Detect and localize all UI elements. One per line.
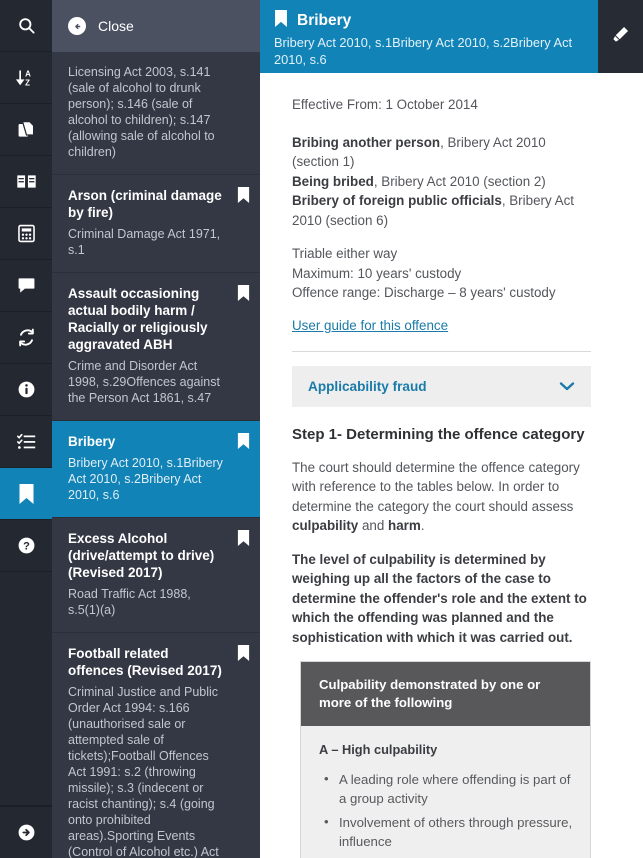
question-circle-icon: ? [17,536,36,555]
refresh-button[interactable] [0,312,52,364]
list-item-subtitle: Bribery Act 2010, s.1Bribery Act 2010, s… [68,456,223,502]
list-item-subtitle: Criminal Damage Act 1971, s.1 [68,227,221,257]
list-item-bribery[interactable]: Bribery Bribery Act 2010, s.1Bribery Act… [52,421,260,518]
page-subtitle: Bribery Act 2010, s.1Bribery Act 2010, s… [274,35,573,67]
bookmarks-button[interactable] [0,468,52,520]
rail-spacer [0,572,52,806]
intro-bold-culpability: culpability [292,518,359,533]
next-button[interactable] [0,806,52,858]
speech-bubble-icon [17,276,36,295]
bookmark-icon [18,483,35,504]
intro-bold-harm: harm [388,518,421,533]
offences-list: Bribing another person , Bribery Act 2010… [292,133,591,231]
document-body[interactable]: Effective From: 1 October 2014 Bribing a… [260,73,643,858]
culpability-table: Culpability demonstrated by one or more … [300,661,591,858]
offence-list-panel: Close Licensing Act 2003, s.141 (sale of… [52,0,260,858]
sentencing-summary: Triable either way Maximum: 10 years' cu… [292,244,591,303]
list-item-title: Arson (criminal damage by fire) [68,188,222,220]
offence-list-scroll[interactable]: Licensing Act 2003, s.141 (sale of alcoh… [52,52,260,858]
bookmark-icon[interactable] [237,530,250,551]
intro-mid: and [358,518,389,533]
culpability-note: The level of culpability is determined b… [292,551,587,645]
info-circle-icon [17,380,36,399]
list-item-title: Bribery [68,434,116,449]
bookmark-icon[interactable] [237,433,250,454]
info-button[interactable] [0,364,52,416]
bookmark-icon[interactable] [237,645,250,666]
search-icon-button[interactable] [0,0,52,52]
culpability-bullets: A leading role where offending is part o… [319,770,574,858]
list-item-title: Assault occasioning actual bodily harm /… [68,286,208,352]
divider [292,350,591,352]
comments-button[interactable] [0,260,52,312]
svg-text:?: ? [23,540,30,552]
app-root: A Z ? Close Licensing Act 2003, s.141 (s… [0,0,643,858]
search-icon [17,16,36,35]
copy-documents-button[interactable] [0,104,52,156]
culpability-section-label: A – High culpability [319,742,438,757]
bookmark-icon[interactable] [237,285,250,306]
close-button[interactable]: Close [52,0,260,52]
intro-end: . [420,518,425,533]
applicability-accordion[interactable]: Applicability fraud [292,365,591,407]
step-title: Step 1- Determining the offence category [292,425,585,443]
icon-rail: A Z ? [0,0,52,858]
checklist-icon [16,432,36,451]
list-item-title: Football related offences (Revised 2017) [68,646,222,678]
arrow-right-circle-icon [17,823,36,842]
effective-from: Effective From: 1 October 2014 [292,97,478,112]
user-guide-link[interactable]: User guide for this offence [292,318,448,333]
help-button[interactable]: ? [0,520,52,572]
maximum-text: Maximum: 10 years' custody [292,265,462,281]
calculator-icon [17,224,36,243]
accordion-label: Applicability fraud [308,378,427,394]
step-intro: The court should determine the offence c… [292,458,591,536]
content-header-main: Bribery Bribery Act 2010, s.1Bribery Act… [260,0,598,73]
content-panel: Bribery Bribery Act 2010, s.1Bribery Act… [260,0,643,858]
list-item-subtitle: Criminal Justice and Public Order Act 19… [68,685,219,858]
offence-2-rest: , Bribery Act 2010 (section 2) [373,173,546,189]
close-label: Close [98,18,134,34]
intro-part1: The court should determine the offence c… [292,459,580,514]
svg-text:A: A [25,69,31,78]
list-item[interactable]: Excess Alcohol (drive/attempt to drive) … [52,518,260,633]
chevron-down-icon [559,381,575,391]
page-title: Bribery [297,12,352,29]
highlighter-pen-icon [611,25,630,49]
highlighter-button[interactable] [598,0,643,73]
sort-alpha-icon: A Z [16,68,36,88]
refresh-sync-icon [17,328,36,347]
offence-3-bold: Bribery of foreign public officials [292,193,502,208]
open-book-icon [16,171,37,192]
content-header: Bribery Bribery Act 2010, s.1Bribery Act… [260,0,643,73]
list-item[interactable]: Arson (criminal damage by fire) Criminal… [52,175,260,273]
list-item-title: Excess Alcohol (drive/attempt to drive) … [68,531,215,580]
copy-documents-icon [17,120,36,139]
bookmark-icon[interactable] [237,187,250,208]
bookmark-icon[interactable] [274,10,288,32]
table-body: A – High culpability A leading role wher… [301,726,590,858]
list-item: A leading role where offending is part o… [324,770,574,808]
open-book-button[interactable] [0,156,52,208]
list-item[interactable]: Football related offences (Revised 2017)… [52,633,260,858]
list-item[interactable]: Licensing Act 2003, s.141 (sale of alcoh… [52,52,260,175]
list-item[interactable]: Assault occasioning actual bodily harm /… [52,273,260,421]
triable-text: Triable either way [292,246,398,261]
calculator-button[interactable] [0,208,52,260]
list-item: Involvement of others through pressure, … [324,813,574,851]
arrow-left-circle-icon [68,17,86,35]
offence-range-text: Offence range: Discharge – 8 years' cust… [292,285,556,300]
sort-alpha-button[interactable]: A Z [0,52,52,104]
list-item-subtitle: Crime and Disorder Act 1998, s.29Offence… [68,359,220,405]
checklist-button[interactable] [0,416,52,468]
list-item-subtitle: Road Traffic Act 1988, s.5(1)(a) [68,587,191,617]
table-header: Culpability demonstrated by one or more … [301,662,590,726]
offence-1-bold: Bribing another person [292,134,441,150]
offence-2-bold: Being bribed [292,173,374,189]
svg-text:Z: Z [25,78,30,87]
list-item-subtitle: Licensing Act 2003, s.141 (sale of alcoh… [68,65,215,159]
